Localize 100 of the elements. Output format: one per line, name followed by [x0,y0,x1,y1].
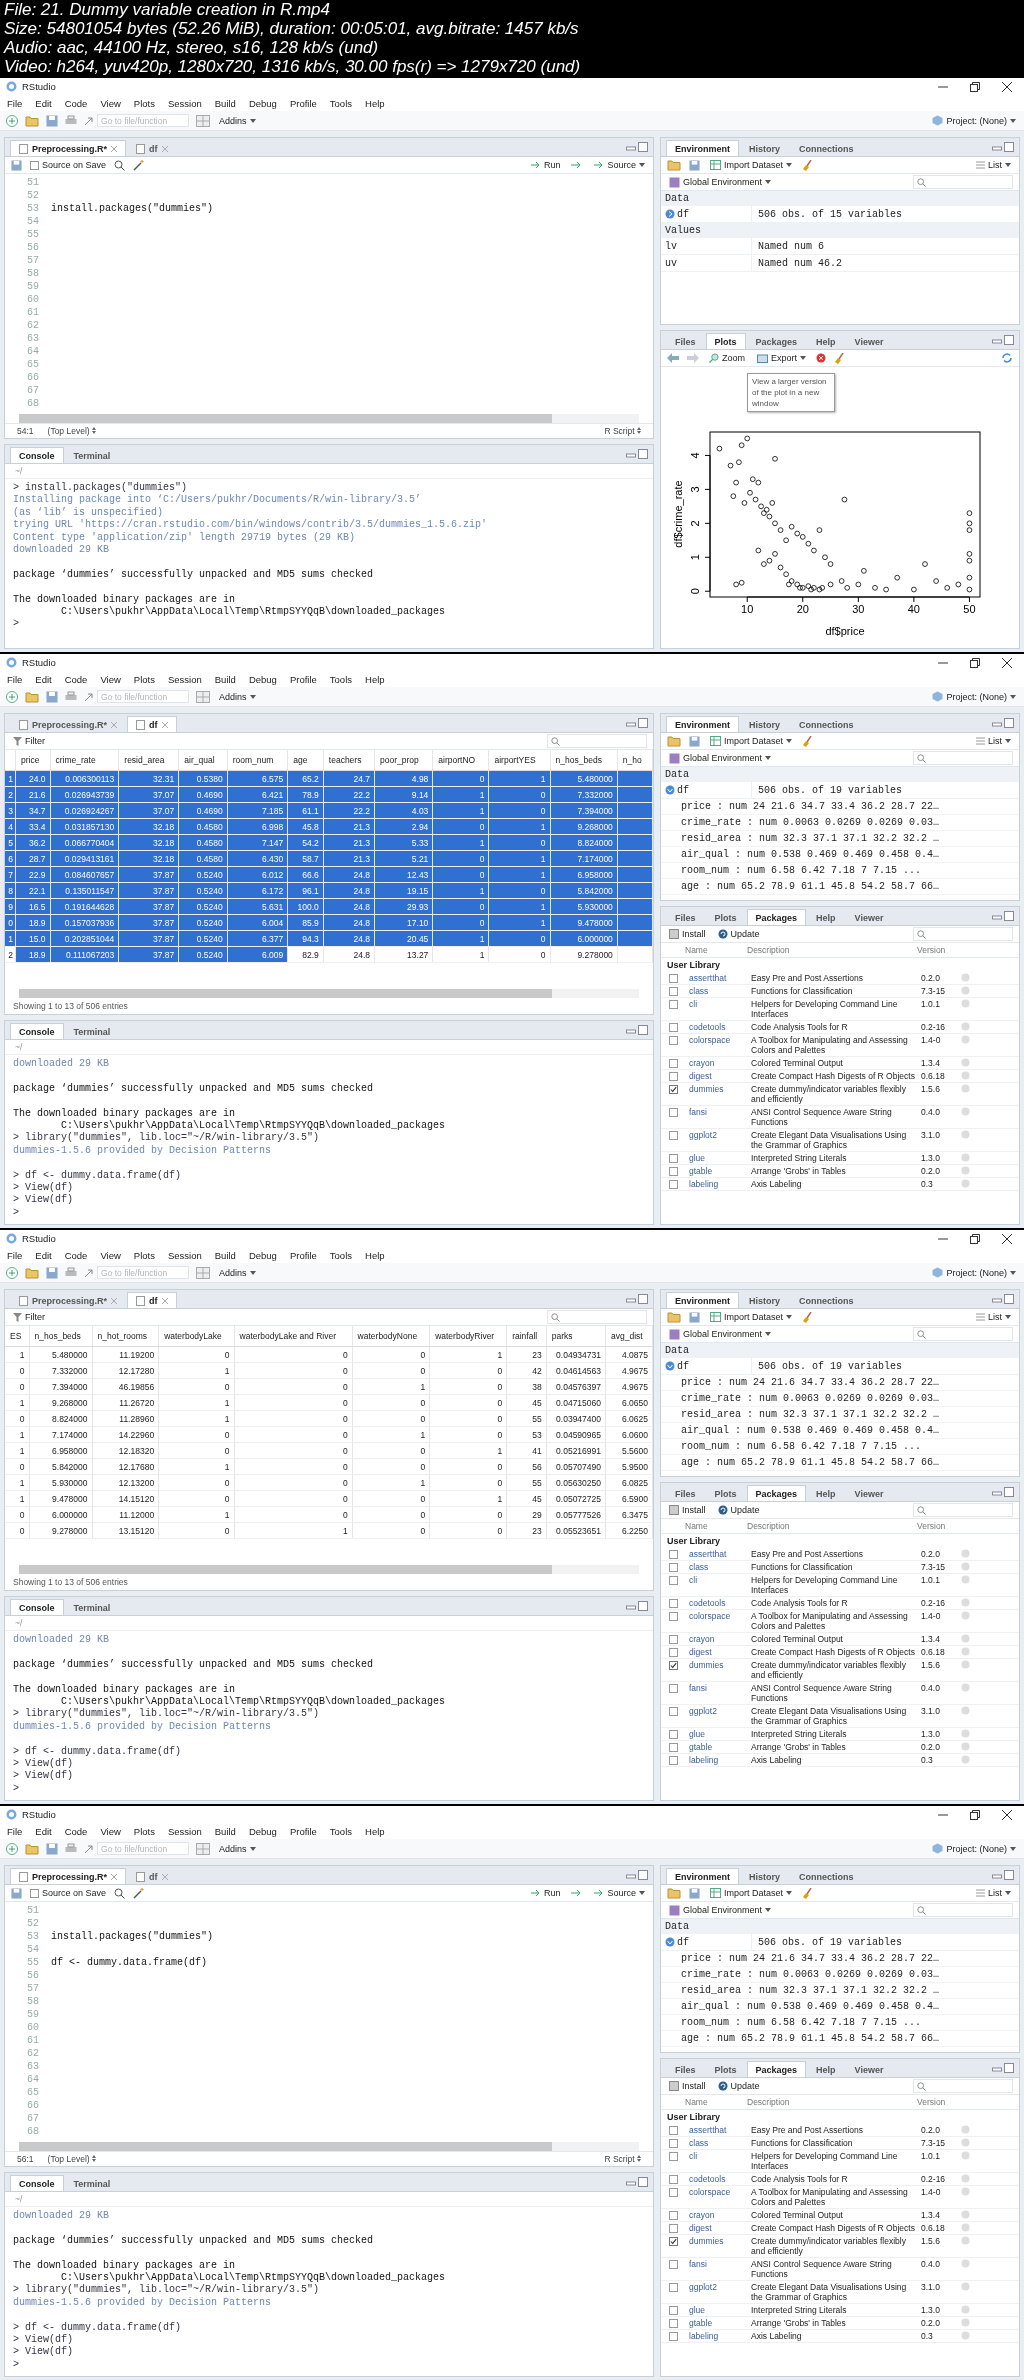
variable-name: df [677,1936,689,1948]
package-description: A Toolbox for Manipulating and Assessing Colors and Palettes [751,1035,909,1055]
table-cell: 5.5600 [605,1442,653,1459]
line-number: 57 [26,254,40,267]
package-description: Arrange 'Grobs' in Tables [751,1742,847,1752]
code-line: install.packages("dummies") [51,1930,214,1943]
table-cell: 0 [352,1362,430,1379]
package-description: Interpreted String Literals [751,1153,848,1163]
package-version: 1.0.1 [921,2151,941,2161]
package-description: Easy Pre and Post Assertions [751,973,864,983]
line-number: 61 [26,2034,40,2047]
variable-structure: air_qual : num 0.538 0.469 0.469 0.458 0.4… [661,1999,1019,2015]
table-cell: 0 [352,1394,430,1411]
line-number: 52 [26,1917,40,1930]
package-version: 0.2-16 [921,1598,947,1608]
console-line: > [13,1782,20,1796]
table-cell: 0 [429,1362,507,1379]
video-info-line: File: 21. Dummy variable creation in R.mp4 [4,0,331,19]
code-line: df <- dummy.data.frame(df) [51,1956,208,1969]
window-title: RStudio [22,81,56,92]
line-number: 68 [26,397,40,410]
variable-value: Named num 46.2 [757,257,842,269]
table-cell: 0 [234,1346,353,1363]
package-version: 0.3 [921,1179,934,1189]
entries-count: Showing 1 to 13 of 506 entries [12,1000,129,1013]
package-description: Create Elegant Data Visualisations Using the Grammar of Graphics [751,2282,908,2302]
console-line: > View(df) [13,1757,74,1770]
line-number: 53 [26,202,40,215]
video-info-line: Audio: aac, 44100 Hz, stereo, s16, 128 kb/s (und) [4,38,380,57]
cursor-position: 54:1 [17,426,34,436]
table-cell: 6.958000 [29,1442,92,1459]
package-description: Code Analysis Tools for R [751,1022,849,1032]
table-cell: 0 [488,946,551,963]
table-cell: 0 [352,1490,430,1507]
table-cell: 0 [429,1394,507,1411]
table-cell: 14.22960 [92,1426,159,1443]
line-number: 53 [26,1930,40,1943]
section-heading: Data [661,767,1019,782]
package-version: 1.3.4 [921,2210,941,2220]
package-version: 0.2.0 [921,2318,941,2328]
console-line: package ‘dummies’ successfully unpacked and MD5 sums checked [13,568,375,582]
package-description: Create dummy/indicator variables flexibly and efficiently [751,1660,907,1680]
line-number: 62 [26,2047,40,2060]
console-line: > View(df) [13,2333,74,2346]
variable-structure: resid_area : num 32.3 37.1 37.1 32.2 32.2 … [661,1983,1019,1999]
table-cell: 0 [429,1378,507,1395]
table-cell: 0 [158,1346,235,1363]
table-cell: 9.478000 [29,1490,92,1507]
library-heading: User Library [666,959,722,972]
row-number: 1 [5,770,16,787]
table-cell: 1 [352,1378,430,1395]
console-line: Installing package into ‘C:/Users/pukhr/Documents/R/win-library/3.5’ [13,494,423,507]
table-cell: 1 [429,1346,507,1363]
table-cell: 1 [432,946,489,963]
line-number: 62 [26,319,40,332]
console-line: package ‘dummies’ successfully unpacked and MD5 sums checked [13,1658,375,1672]
console-line: > View(df) [13,1181,74,1194]
row-number: 8 [5,882,16,899]
line-number: 51 [26,176,40,189]
table-cell: 6.3475 [605,1506,653,1523]
table-cell: 0.05630250 [546,1474,606,1491]
console-line: trying URL 'https://cran.rstudio.com/bin/windows/contrib/3.5/dummies_1.5.6.zip' [13,519,489,532]
tick-label: 0 [689,588,701,595]
table-cell: 45 [506,1490,547,1507]
variable-structure: air_qual : num 0.538 0.469 0.469 0.458 0.4… [661,847,1019,863]
table-cell: 0 [234,1458,353,1475]
variable-structure: price : num 24 21.6 34.7 33.4 36.2 28.7 22… [661,1951,1019,1967]
variable-name: df [677,1360,689,1372]
variable-value: 506 obs. of 19 variables [757,784,903,796]
package-version: 1.5.6 [921,1660,941,1670]
package-version: 1.4-0 [921,1611,942,1621]
line-number: 63 [26,2060,40,2073]
package-version: 1.4-0 [921,1035,942,1045]
console-line: > df <- dummy.data.frame(df) [13,2321,183,2334]
console-line: C:\Users\pukhr\AppData\Local\Temp\RtmpSYYQqB\downloaded_packages [60,1695,447,1708]
line-number: 60 [26,2021,40,2034]
console-line: downloaded 29 KB [13,2210,110,2223]
table-cell: 14.15120 [92,1490,159,1507]
package-description: ANSI Control Sequence Aware String Functions [751,1683,893,1703]
console-line: The downloaded binary packages are in [13,1107,237,1120]
console-line: > [13,1206,20,1220]
line-number: 66 [26,371,40,384]
table-cell: 0 [158,1474,235,1491]
package-description: Create Compact Hash Digests of R Objects [751,1071,916,1081]
package-description: Colored Terminal Output [751,1634,844,1644]
table-cell: 1 [429,1442,507,1459]
tick-label: 3 [689,486,701,493]
section-heading: Data [661,1343,1019,1358]
console-line: > library("dummies", lib.loc="~/R/win-library/3.5") [13,1132,321,1145]
table-cell: 0 [429,1522,507,1539]
table-cell: 12.18320 [92,1442,159,1459]
variable-structure: age : num 65.2 78.9 61.1 45.8 54.2 58.7 66… [661,1455,1019,1471]
table-cell: 0 [234,1426,353,1443]
package-description: Create dummy/indicator variables flexibly and efficiently [751,1084,907,1104]
entries-count: Showing 1 to 13 of 506 entries [12,1576,129,1589]
console-line: downloaded 29 KB [13,1634,110,1647]
package-version: 1.3.4 [921,1634,941,1644]
tick-label: 20 [796,603,809,615]
table-cell: 0 [5,1458,29,1475]
package-version: 3.1.0 [921,2282,941,2292]
